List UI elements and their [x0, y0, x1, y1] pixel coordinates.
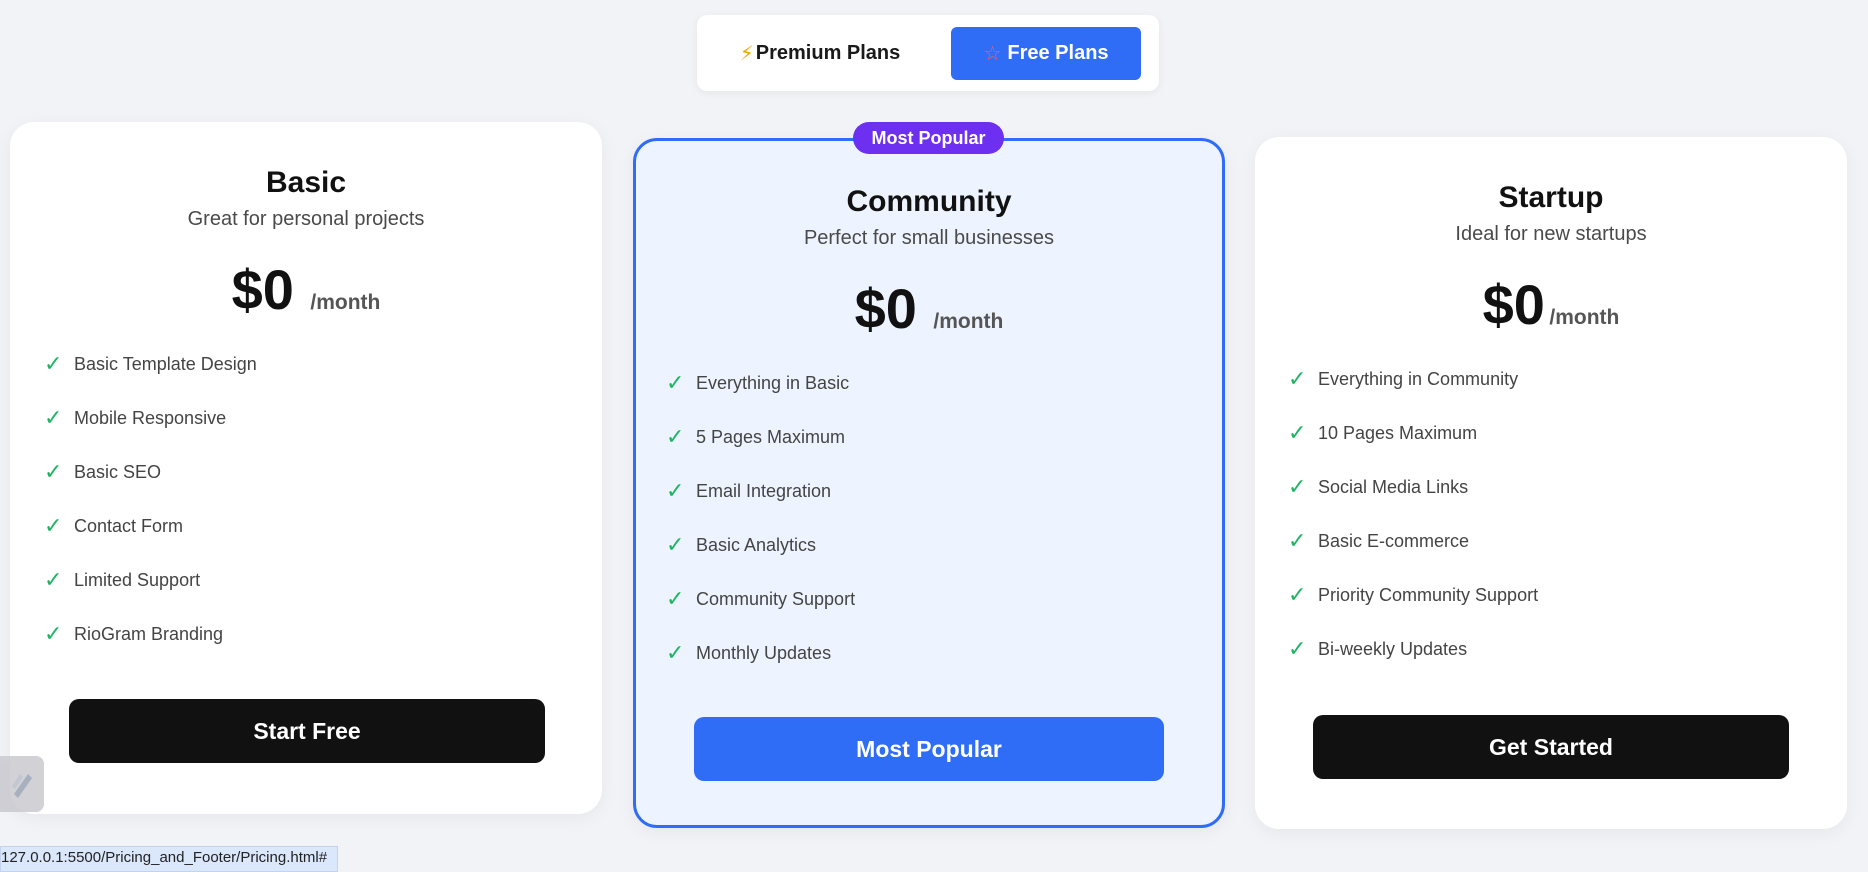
- plan-toggle: ⚡ Premium Plans ☆ Free Plans: [697, 15, 1159, 91]
- feature-item: ✓ Email Integration: [666, 478, 832, 503]
- checkmark-icon: ✓: [666, 532, 685, 557]
- floating-tool-button[interactable]: [0, 756, 44, 812]
- plan-title: Community: [846, 185, 1012, 218]
- feature-item: ✓ Everything in Community: [1288, 366, 1519, 391]
- feature-item: ✓ Monthly Updates: [666, 640, 832, 665]
- lightning-bolt-icon: ⚡: [739, 43, 754, 65]
- checkmark-icon: ✓: [44, 621, 63, 646]
- plan-card-community: Community Perfect for small businesses $…: [633, 138, 1225, 828]
- plan-title: Startup: [1498, 181, 1604, 214]
- price-period: /month: [933, 310, 1004, 333]
- premium-plans-label: Premium Plans: [755, 42, 901, 64]
- feature-item: ✓ Basic E-commerce: [1288, 528, 1470, 553]
- checkmark-icon: ✓: [1288, 636, 1307, 661]
- premium-plans-tab[interactable]: ⚡ Premium Plans: [735, 27, 905, 80]
- plan-subtitle: Great for personal projects: [187, 208, 425, 230]
- price-period: /month: [310, 291, 381, 314]
- feature-item: ✓ 10 Pages Maximum: [1288, 420, 1478, 445]
- checkmark-icon: ✓: [666, 586, 685, 611]
- start-free-button[interactable]: Start Free: [69, 699, 545, 763]
- checkmark-icon: ✓: [666, 370, 685, 395]
- plan-subtitle: Perfect for small businesses: [803, 227, 1055, 249]
- feature-item: ✓ Basic Template Design: [44, 351, 257, 376]
- plan-price: $0 /month: [636, 276, 1222, 341]
- plan-price: $0 /month: [10, 257, 602, 322]
- feature-list: ✓ Everything in Community ✓ 10 Pages Maxim…: [1288, 352, 1538, 676]
- feature-item: ✓ Community Support: [666, 586, 856, 611]
- checkmark-icon: ✓: [44, 567, 63, 592]
- checkmark-icon: ✓: [666, 424, 685, 449]
- feature-item: ✓ 5 Pages Maximum: [666, 424, 846, 449]
- checkmark-icon: ✓: [666, 640, 685, 665]
- price-period: /month: [1549, 306, 1620, 329]
- checkmark-icon: ✓: [1288, 420, 1307, 445]
- feature-item: ✓ Mobile Responsive: [44, 405, 227, 430]
- feature-item: ✓ RioGram Branding: [44, 621, 224, 646]
- feature-item: ✓ Basic Analytics: [666, 532, 817, 557]
- plan-title: Basic: [265, 166, 347, 199]
- status-url: 127.0.0.1:5500/Pricing_and_Footer/Pricin…: [0, 846, 339, 872]
- most-popular-badge: Most Popular: [853, 122, 1004, 154]
- feature-item: ✓ Limited Support: [44, 567, 201, 592]
- most-popular-button[interactable]: Most Popular: [694, 717, 1164, 781]
- plan-price: $0 /month: [1255, 272, 1847, 337]
- feature-item: ✓ Basic SEO: [44, 459, 162, 484]
- plan-subtitle: Ideal for new startups: [1455, 223, 1647, 245]
- free-plans-label: Free Plans: [1007, 42, 1109, 64]
- checkmark-icon: ✓: [44, 351, 63, 376]
- plan-card-startup: Startup Ideal for new startups $0 /month…: [1255, 137, 1847, 829]
- checkmark-icon: ✓: [44, 459, 63, 484]
- free-plans-tab[interactable]: ☆ Free Plans: [951, 27, 1141, 80]
- checkmark-icon: ✓: [44, 405, 63, 430]
- feature-item: ✓ Contact Form: [44, 513, 184, 538]
- checkmark-icon: ✓: [1288, 474, 1307, 499]
- get-started-button[interactable]: Get Started: [1313, 715, 1789, 779]
- feature-list: ✓ Everything in Basic ✓ 5 Pages Maximum ✓ E…: [666, 356, 855, 680]
- feature-item: ✓ Priority Community Support: [1288, 582, 1539, 607]
- checkmark-icon: ✓: [1288, 366, 1307, 391]
- checkmark-icon: ✓: [1288, 528, 1307, 553]
- feature-item: ✓ Social Media Links: [1288, 474, 1469, 499]
- plan-card-basic: Basic Great for personal projects $0 /mo…: [10, 122, 602, 814]
- checkmark-icon: ✓: [44, 513, 63, 538]
- price-amount: $0: [231, 258, 294, 321]
- feature-list: ✓ Basic Template Design ✓ Mobile Responsiv…: [44, 337, 257, 661]
- feature-item: ✓ Everything in Basic: [666, 370, 850, 395]
- checkmark-icon: ✓: [1288, 582, 1307, 607]
- pen-tool-icon: [12, 774, 32, 798]
- checkmark-icon: ✓: [666, 478, 685, 503]
- price-amount: $0: [854, 277, 917, 340]
- star-outline-icon: ☆: [983, 43, 1002, 65]
- feature-item: ✓ Bi-weekly Updates: [1288, 636, 1468, 661]
- price-amount: $0: [1482, 273, 1545, 336]
